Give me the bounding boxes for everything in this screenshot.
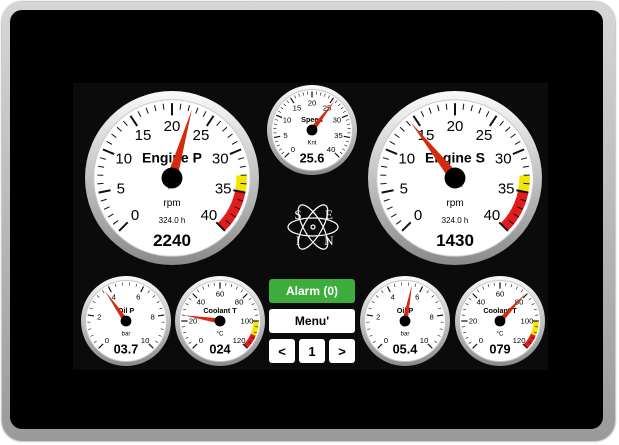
- logo-letter-e: E: [325, 207, 333, 222]
- needle-hub: [494, 315, 506, 327]
- logo-letter-i: I: [296, 233, 300, 248]
- tick-label: 120: [513, 336, 526, 345]
- menu-button[interactable]: Menu': [269, 309, 355, 333]
- next-page-button[interactable]: >: [329, 339, 355, 363]
- logo-letter-s: S: [294, 207, 301, 222]
- tick-label: 100: [521, 317, 534, 326]
- prev-page-button[interactable]: <: [269, 339, 295, 363]
- tick-label: 60: [496, 290, 505, 299]
- gauge-value-readout: 079: [489, 341, 510, 356]
- page-number-button[interactable]: 1: [299, 339, 325, 363]
- tick-label: 0: [479, 336, 483, 345]
- sein-logo: S E I N: [287, 204, 339, 250]
- tick-label: 20: [469, 317, 478, 326]
- logo-letter-n: N: [324, 233, 334, 248]
- gauge-unit-label: °C: [497, 331, 504, 337]
- alarm-button[interactable]: Alarm (0): [269, 279, 355, 303]
